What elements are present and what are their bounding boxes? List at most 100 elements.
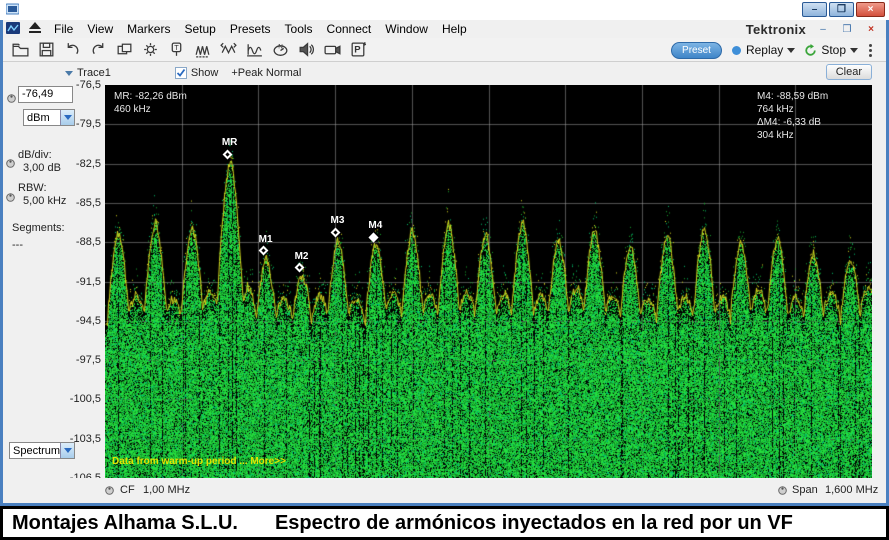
stop-control[interactable]: Stop [804,43,858,57]
chevron-down-icon[interactable] [65,70,73,76]
show-checkbox[interactable] [174,67,187,79]
stop-caret-icon[interactable] [850,47,858,53]
y-tick-1: -79,5 [75,118,101,131]
dpx-bitmap-canvas[interactable] [105,85,872,478]
rbw-value[interactable]: 5,00 kHz [23,195,66,207]
cf-knob-icon[interactable] [105,486,114,498]
caption-description: Espectro de armónicos inyectados en la r… [274,511,793,534]
dpx-window-icon[interactable] [6,21,20,37]
trace-name[interactable]: Trace1 [77,67,111,79]
analysis-icon[interactable]: N [268,39,292,61]
undo-icon[interactable] [60,39,84,61]
preset-button[interactable]: Preset [671,41,722,59]
y-tick-7: -97,5 [75,354,101,367]
stop-run-icon [805,43,817,56]
toolbar: T N P Preset Replay Stop [3,38,886,62]
y-tick-5: -91,5 [75,275,101,288]
screenshot-root: Tek SignalVu-PC - fuente conmutada.tiq -… [0,0,889,540]
time-analysis-icon[interactable] [242,39,266,61]
clear-button[interactable]: Clear [825,64,872,80]
replay-control[interactable]: Replay [731,43,796,57]
menu-items: File View Markers Setup Presets Tools Connect W… [47,21,474,37]
replay-label: Replay [745,43,784,57]
menu-view[interactable]: View [80,21,120,37]
app-icon [5,3,20,18]
y-tick-4: -88,5 [75,236,101,249]
db-div-value[interactable]: 3,00 dB [23,162,61,174]
menu-window[interactable]: Window [378,21,435,37]
user-presets-icon[interactable]: P [346,39,370,61]
cf-label: CF [120,484,135,496]
detection-label[interactable]: +Peak Normal [231,67,301,79]
y-tick-8: -100,5 [69,393,101,406]
displays-icon[interactable] [112,39,136,61]
segments-value: --- [12,239,23,251]
more-options-icon[interactable] [867,43,874,57]
camera-icon[interactable] [320,39,344,61]
main-content: Trace1 Show +Peak Normal Clear -76,49 dB… [3,62,886,503]
trigger-icon[interactable] [190,39,214,61]
settings-icon[interactable] [138,39,162,61]
marker-m4-label: M4 [368,220,383,232]
marker-m3-label: M3 [330,215,345,227]
ref-level-knob-icon[interactable] [7,90,16,108]
marker-4-readout: M4: -88,59 dBm 764 kHz ΔM4: -6,33 dB 304… [757,91,829,141]
caption-company: Montajes Alhama S.L.U. [12,511,238,534]
segments-label: Segments: [12,222,65,234]
caption-band: Montajes Alhama S.L.U. Espectro de armón… [0,506,889,540]
db-div-knob-icon[interactable] [6,155,15,173]
spectrum-plot[interactable]: MR: -82,26 dBm 460 kHz M4: -88,59 dBm 76… [105,85,872,478]
frequency-status-row: CF 1,00 MHz Span 1,600 MHz [3,478,886,503]
span-knob-icon[interactable] [778,486,787,498]
menu-file[interactable]: File [47,21,80,37]
markers-icon[interactable]: T [164,39,188,61]
rbw-label: RBW: [18,182,47,194]
title-bar: Tek SignalVu-PC - fuente conmutada.tiq -… [0,0,889,20]
menu-bar: File View Markers Setup Presets Tools Connect W… [3,20,886,38]
window-title: Tek SignalVu-PC - fuente conmutada.tiq -… [24,3,353,17]
mdi-minimize-button[interactable]: – [816,24,830,35]
eject-icon[interactable] [29,22,41,36]
marker-m2-label: M2 [294,250,309,262]
y-tick-3: -85,5 [75,196,101,209]
span-value[interactable]: 1,600 MHz [825,484,878,496]
menu-markers[interactable]: Markers [120,21,177,37]
acquire-icon[interactable] [216,39,240,61]
mdi-restore-button[interactable]: ❒ [840,24,854,35]
y-tick-2: -82,5 [75,157,101,170]
span-label: Span [792,484,818,496]
y-tick-9: -103,5 [69,432,101,445]
replay-dot-icon [731,45,741,55]
stop-label: Stop [821,43,846,57]
cf-value[interactable]: 1,00 MHz [143,484,190,496]
toolbar-icons: TNP [7,39,371,61]
open-file-icon[interactable] [8,39,32,61]
tektronix-logo: Tektronix [745,21,806,37]
svg-text:P: P [354,45,361,56]
minimize-button[interactable]: – [802,2,827,17]
marker-reference-readout: MR: -82,26 dBm 460 kHz [114,91,187,115]
trace-header: Trace1 Show +Peak Normal Clear [3,62,886,84]
marker-mr-label: MR [221,137,238,149]
audio-icon[interactable] [294,39,318,61]
trace-mode-dropdown-icon[interactable] [60,443,74,458]
marker-m1-label: M1 [258,233,273,245]
menu-help[interactable]: Help [435,21,474,37]
trace-mode-value: Spectrum [13,444,61,457]
svg-text:T: T [174,43,179,52]
unit-value: dBm [27,111,50,124]
warmup-notice[interactable]: Data from warm-up period ... More>> [112,456,286,467]
db-div-label: dB/div: [18,149,52,161]
redo-icon[interactable] [86,39,110,61]
mdi-close-button[interactable]: × [864,24,878,35]
replay-caret-icon[interactable] [787,47,796,53]
save-icon[interactable] [34,39,58,61]
menu-connect[interactable]: Connect [320,21,379,37]
menu-setup[interactable]: Setup [177,21,222,37]
restore-button[interactable]: ❒ [829,2,854,17]
menu-tools[interactable]: Tools [278,21,320,37]
close-button[interactable]: × [856,2,885,17]
rbw-knob-icon[interactable] [6,189,15,207]
y-tick-6: -94,5 [75,314,101,327]
menu-presets[interactable]: Presets [223,21,278,37]
